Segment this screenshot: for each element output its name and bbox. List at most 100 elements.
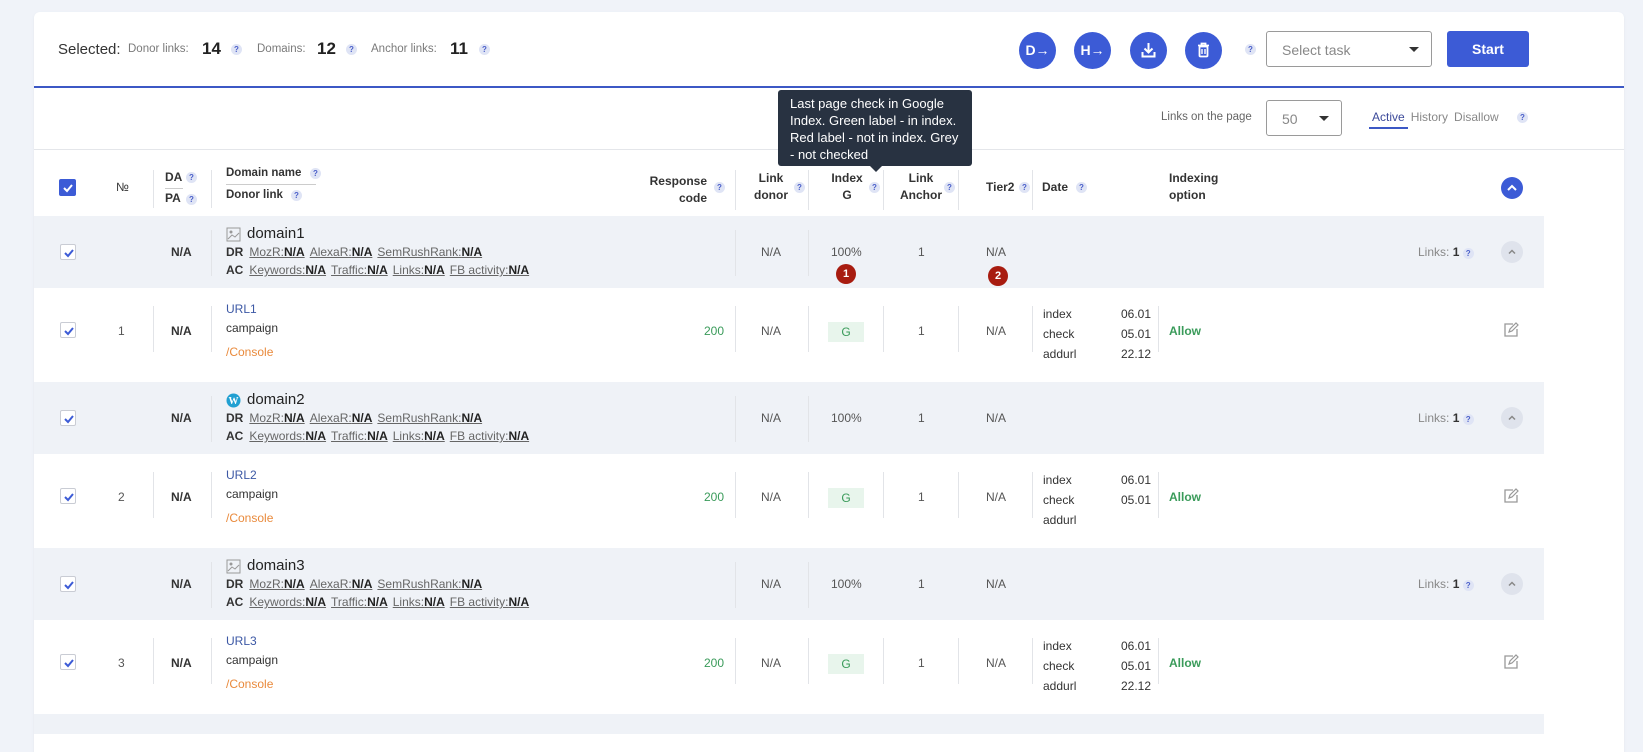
metric-link[interactable]: Keywords:N/A <box>249 595 326 609</box>
help-icon[interactable]: ? <box>346 44 357 55</box>
console-link[interactable]: /Console <box>226 511 273 525</box>
link-checkbox[interactable] <box>60 322 76 338</box>
edit-icon[interactable] <box>1503 322 1519 338</box>
divider <box>883 170 884 210</box>
metric-link[interactable]: Traffic:N/A <box>331 429 388 443</box>
tab-history[interactable]: History <box>1408 110 1451 127</box>
help-icon[interactable]: ? <box>231 44 242 55</box>
help-icon[interactable]: ? <box>186 172 197 183</box>
metric-link[interactable]: MozR:N/A <box>249 411 304 425</box>
donor-url-link[interactable]: URL2 <box>226 468 257 482</box>
metric-link[interactable]: SemRushRank:N/A <box>377 245 482 259</box>
metric-link[interactable]: SemRushRank:N/A <box>377 577 482 591</box>
metric-value: N/A <box>367 429 388 443</box>
help-icon[interactable]: ? <box>1462 580 1474 591</box>
donor-links-label: Donor links: <box>128 43 189 55</box>
metric-label: MozR: <box>249 577 285 591</box>
select-all-checkbox[interactable] <box>59 179 76 196</box>
col-link-donor[interactable]: Link donor <box>746 170 796 204</box>
console-link[interactable]: /Console <box>226 677 273 691</box>
metric-link[interactable]: Links:N/A <box>393 595 445 609</box>
metric-value: N/A <box>305 595 327 609</box>
donor-export-button[interactable]: D→ <box>1019 32 1056 69</box>
metric-link[interactable]: SemRushRank:N/A <box>377 411 482 425</box>
edit-icon[interactable] <box>1503 488 1519 504</box>
date-label: addurl <box>1043 347 1077 361</box>
domain-name[interactable]: domain1 <box>247 225 305 242</box>
help-icon[interactable]: ? <box>479 44 490 55</box>
metric-link[interactable]: AlexaR:N/A <box>310 245 373 259</box>
metric-link[interactable]: Traffic:N/A <box>331 263 388 277</box>
help-icon[interactable]: ? <box>1517 112 1528 123</box>
tab-active[interactable]: Active <box>1369 110 1408 129</box>
links-per-page-select[interactable]: 50 <box>1266 100 1342 136</box>
date-item: addurl 22.12 <box>1043 676 1153 696</box>
donor-url-link[interactable]: URL3 <box>226 634 257 648</box>
domain-checkbox[interactable] <box>60 576 76 592</box>
divider <box>958 472 959 518</box>
col-index-g[interactable]: Index G <box>822 170 872 204</box>
host-export-button[interactable]: H→ <box>1074 32 1111 69</box>
domain-name[interactable]: domain3 <box>247 557 305 574</box>
help-icon[interactable]: ? <box>291 190 302 201</box>
chevron-up-icon <box>1508 249 1516 255</box>
metric-link[interactable]: FB activity:N/A <box>450 595 529 609</box>
help-icon[interactable]: ? <box>1462 248 1474 259</box>
metric-link[interactable]: Links:N/A <box>393 429 445 443</box>
collapse-group-button[interactable] <box>1501 573 1523 595</box>
edit-icon[interactable] <box>1503 654 1519 670</box>
col-donor-link[interactable]: Donor link <box>226 187 283 204</box>
link-anchor-value: 1 <box>918 324 925 338</box>
metric-link[interactable]: Keywords:N/A <box>249 263 326 277</box>
metric-link[interactable]: MozR:N/A <box>249 577 304 591</box>
indexing-option-value[interactable]: Allow <box>1169 490 1201 504</box>
help-icon[interactable]: ? <box>794 182 805 193</box>
domain-name[interactable]: domain2 <box>247 391 305 408</box>
col-tier2[interactable]: Tier2 <box>986 179 1014 196</box>
domain-checkbox[interactable] <box>60 410 76 426</box>
collapse-group-button[interactable] <box>1501 241 1523 263</box>
col-response-code[interactable]: Response code <box>639 173 707 207</box>
divider <box>735 230 736 276</box>
domain-da: N/A <box>171 577 192 591</box>
metric-link[interactable]: AlexaR:N/A <box>310 411 373 425</box>
metric-link[interactable]: FB activity:N/A <box>450 429 529 443</box>
table-header: № DA ? PA ? Domain name ? Donor link ? R… <box>34 160 1624 216</box>
tab-disallow[interactable]: Disallow <box>1451 110 1502 127</box>
metric-link[interactable]: Links:N/A <box>393 263 445 277</box>
donor-url-link[interactable]: URL1 <box>226 302 257 316</box>
help-icon[interactable]: ? <box>944 182 955 193</box>
help-icon[interactable]: ? <box>186 194 197 205</box>
console-link[interactable]: /Console <box>226 345 273 359</box>
metric-link[interactable]: MozR:N/A <box>249 245 304 259</box>
task-select[interactable]: Select task <box>1266 31 1432 67</box>
metric-link[interactable]: AlexaR:N/A <box>310 577 373 591</box>
collapse-group-button[interactable] <box>1501 407 1523 429</box>
link-checkbox[interactable] <box>60 654 76 670</box>
help-icon[interactable]: ? <box>714 182 725 193</box>
help-icon[interactable]: ? <box>1019 182 1030 193</box>
indexing-option-value[interactable]: Allow <box>1169 656 1201 670</box>
col-domain-name[interactable]: Domain name <box>226 165 301 182</box>
help-icon[interactable]: ? <box>1076 182 1087 193</box>
start-button[interactable]: Start <box>1447 31 1529 67</box>
help-icon[interactable]: ? <box>869 182 880 193</box>
help-icon[interactable]: ? <box>1462 414 1474 425</box>
col-link-anchor[interactable]: Link Anchor <box>896 170 946 204</box>
collapse-all-button[interactable] <box>1501 177 1523 199</box>
indexing-option-value[interactable]: Allow <box>1169 324 1201 338</box>
metric-link[interactable]: Keywords:N/A <box>249 429 326 443</box>
link-checkbox[interactable] <box>60 488 76 504</box>
help-icon[interactable]: ? <box>310 168 321 179</box>
download-button[interactable] <box>1130 32 1167 69</box>
dr-key: DR <box>226 577 244 591</box>
metric-link[interactable]: FB activity:N/A <box>450 263 529 277</box>
date-label: addurl <box>1043 513 1077 527</box>
domain-checkbox[interactable] <box>60 244 76 260</box>
help-icon[interactable]: ? <box>1245 44 1256 55</box>
delete-button[interactable] <box>1185 32 1222 69</box>
col-date[interactable]: Date <box>1042 179 1068 196</box>
metric-value: N/A <box>461 577 483 591</box>
metric-link[interactable]: Traffic:N/A <box>331 595 388 609</box>
col-indexing-option[interactable]: Indexing option <box>1169 170 1218 204</box>
